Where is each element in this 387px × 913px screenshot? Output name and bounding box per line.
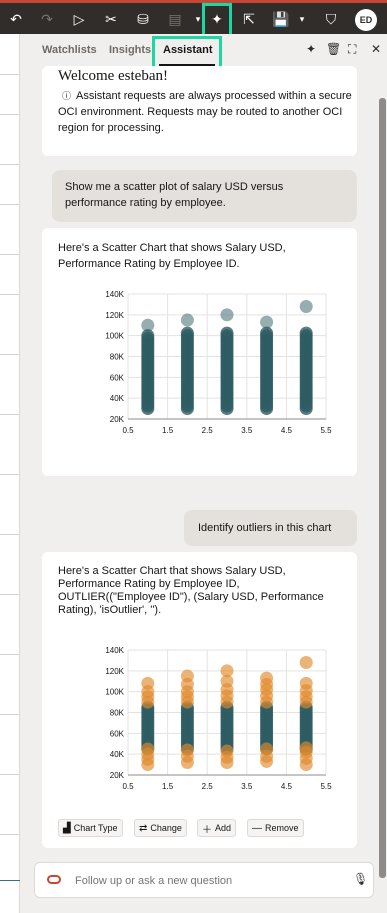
x-tick-label: 4.5 <box>281 782 293 791</box>
y-tick-label: 140K <box>105 290 124 299</box>
welcome-card: Welcome esteban! ⓘ Assistant requests are… <box>42 66 357 156</box>
data-point[interactable] <box>141 318 155 332</box>
outlier-point[interactable] <box>220 664 234 678</box>
outlier-point[interactable] <box>299 741 313 755</box>
data-point[interactable] <box>299 326 313 340</box>
y-tick-label: 120K <box>105 311 124 320</box>
add-button[interactable]: ＋ Add <box>197 819 237 837</box>
play-icon[interactable]: ▷ <box>66 6 92 32</box>
oracle-logo-icon <box>47 875 61 884</box>
close-icon[interactable]: ✕ <box>371 42 381 56</box>
expand-icon[interactable]: ⛶ <box>348 42 356 57</box>
outlier-scatter-chart[interactable]: 20K 40K 60K 80K 100K 120K 140K 0.5 1.5 2.5 3.5 4.5 5… <box>92 640 332 800</box>
scatter-chart[interactable]: 20K 40K 60K 80K 100K 120K 140K 0.5 1.5 2.5 3.5 4.5 5… <box>92 284 332 444</box>
y-tick-label: 60K <box>110 373 125 382</box>
y-tick-label: 140K <box>105 646 124 655</box>
outlier-point[interactable] <box>141 742 155 756</box>
assistant-panel: Watchlists Insights Assistant ✦ 🗑 ⛶ ✕ We… <box>20 34 387 913</box>
y-tick-label: 100K <box>105 688 124 697</box>
bookmark-icon[interactable]: ⛉ <box>318 6 344 32</box>
plus-icon: ＋ <box>202 824 212 836</box>
remove-button[interactable]: — Remove <box>247 819 304 837</box>
y-tick-label: 120K <box>105 667 124 676</box>
x-tick-label: 1.5 <box>162 782 174 791</box>
chart-icon: ▟ <box>63 822 71 834</box>
x-tick-label: 4.5 <box>281 426 293 435</box>
x-tick-label: 2.5 <box>202 782 214 791</box>
outlier-point[interactable] <box>299 656 313 669</box>
export-icon[interactable]: ⇱ <box>236 6 262 32</box>
x-tick-label: 0.5 <box>122 782 134 791</box>
y-tick-label: 60K <box>110 729 125 738</box>
minus-icon: — <box>252 822 262 834</box>
y-tick-label: 20K <box>110 415 125 424</box>
panel-tabs: Watchlists Insights Assistant ✦ 🗑 ⛶ ✕ <box>20 34 387 70</box>
x-tick-label: 5.5 <box>320 426 332 435</box>
assistant-tab-highlight <box>152 36 222 70</box>
y-tick-label: 20K <box>110 771 125 780</box>
tools-icon[interactable]: ✂ <box>98 6 124 32</box>
outlier-point[interactable] <box>180 743 194 757</box>
outlier-point[interactable] <box>141 676 155 690</box>
outlier-point[interactable] <box>260 671 274 685</box>
privacy-notice: ⓘ Assistant requests are always processed… <box>58 90 352 134</box>
undo-icon[interactable]: ↶ <box>3 6 29 32</box>
x-tick-label: 1.5 <box>162 426 174 435</box>
info-icon: ⓘ <box>62 91 72 101</box>
top-toolbar: ↶ ↷ ▷ ✂ ⛁ ▤ ▾ ✦ ⇱ 💾 ▾ ⛉ ED <box>0 0 387 37</box>
question-input[interactable] <box>75 871 335 891</box>
trash-icon[interactable]: 🗑 <box>326 42 341 56</box>
outlier-point[interactable] <box>180 669 194 683</box>
outlier-point[interactable] <box>299 676 313 690</box>
assistant-icon[interactable]: ✦ <box>306 42 316 56</box>
outlier-point[interactable] <box>220 744 234 758</box>
data-point[interactable] <box>220 308 234 322</box>
swap-icon: ⇄ <box>139 822 148 834</box>
y-tick-label: 40K <box>110 750 125 759</box>
x-tick-label: 2.5 <box>202 426 214 435</box>
data-icon[interactable]: ⛁ <box>130 6 156 32</box>
assistant-response-card: Here's a Scatter Chart that shows Salary… <box>42 228 357 476</box>
scrollbar[interactable] <box>379 98 386 878</box>
x-tick-label: 3.5 <box>241 782 253 791</box>
microphone-icon[interactable]: 🎙 <box>353 872 368 886</box>
change-button[interactable]: ⇄ Change <box>134 819 187 837</box>
assistant-message: Here's a Scatter Chart that shows Salary… <box>58 565 324 616</box>
data-point[interactable] <box>220 326 234 340</box>
data-point[interactable] <box>299 300 313 313</box>
y-tick-label: 80K <box>110 709 125 718</box>
welcome-title: Welcome esteban! <box>58 68 168 84</box>
user-message: Identify outliers in this chart <box>184 510 357 546</box>
outlier-point[interactable] <box>260 742 274 756</box>
y-tick-label: 40K <box>110 394 125 403</box>
tab-watchlists[interactable]: Watchlists <box>42 44 97 56</box>
x-tick-label: 3.5 <box>241 426 253 435</box>
assistant-highlight <box>202 3 232 37</box>
redo-icon[interactable]: ↷ <box>34 6 60 32</box>
chevron-down-icon[interactable]: ▾ <box>289 6 315 32</box>
y-tick-label: 100K <box>105 332 124 341</box>
avatar[interactable]: ED <box>355 9 377 31</box>
assistant-message: Here's a Scatter Chart that shows Salary… <box>58 242 286 270</box>
canvas-edge <box>0 34 20 913</box>
y-tick-label: 80K <box>110 353 125 362</box>
tab-insights[interactable]: Insights <box>109 44 151 56</box>
data-point[interactable] <box>180 326 194 340</box>
data-point[interactable] <box>180 313 194 327</box>
assistant-response-card: Here's a Scatter Chart that shows Salary… <box>42 552 357 848</box>
question-input-bar[interactable]: 🎙 <box>34 862 374 898</box>
x-tick-label: 0.5 <box>122 426 134 435</box>
x-tick-label: 5.5 <box>320 782 332 791</box>
data-point[interactable] <box>260 315 274 329</box>
chart-type-button[interactable]: ▟ Chart Type <box>58 819 123 837</box>
user-message: Show me a scatter plot of salary USD ver… <box>52 170 357 222</box>
